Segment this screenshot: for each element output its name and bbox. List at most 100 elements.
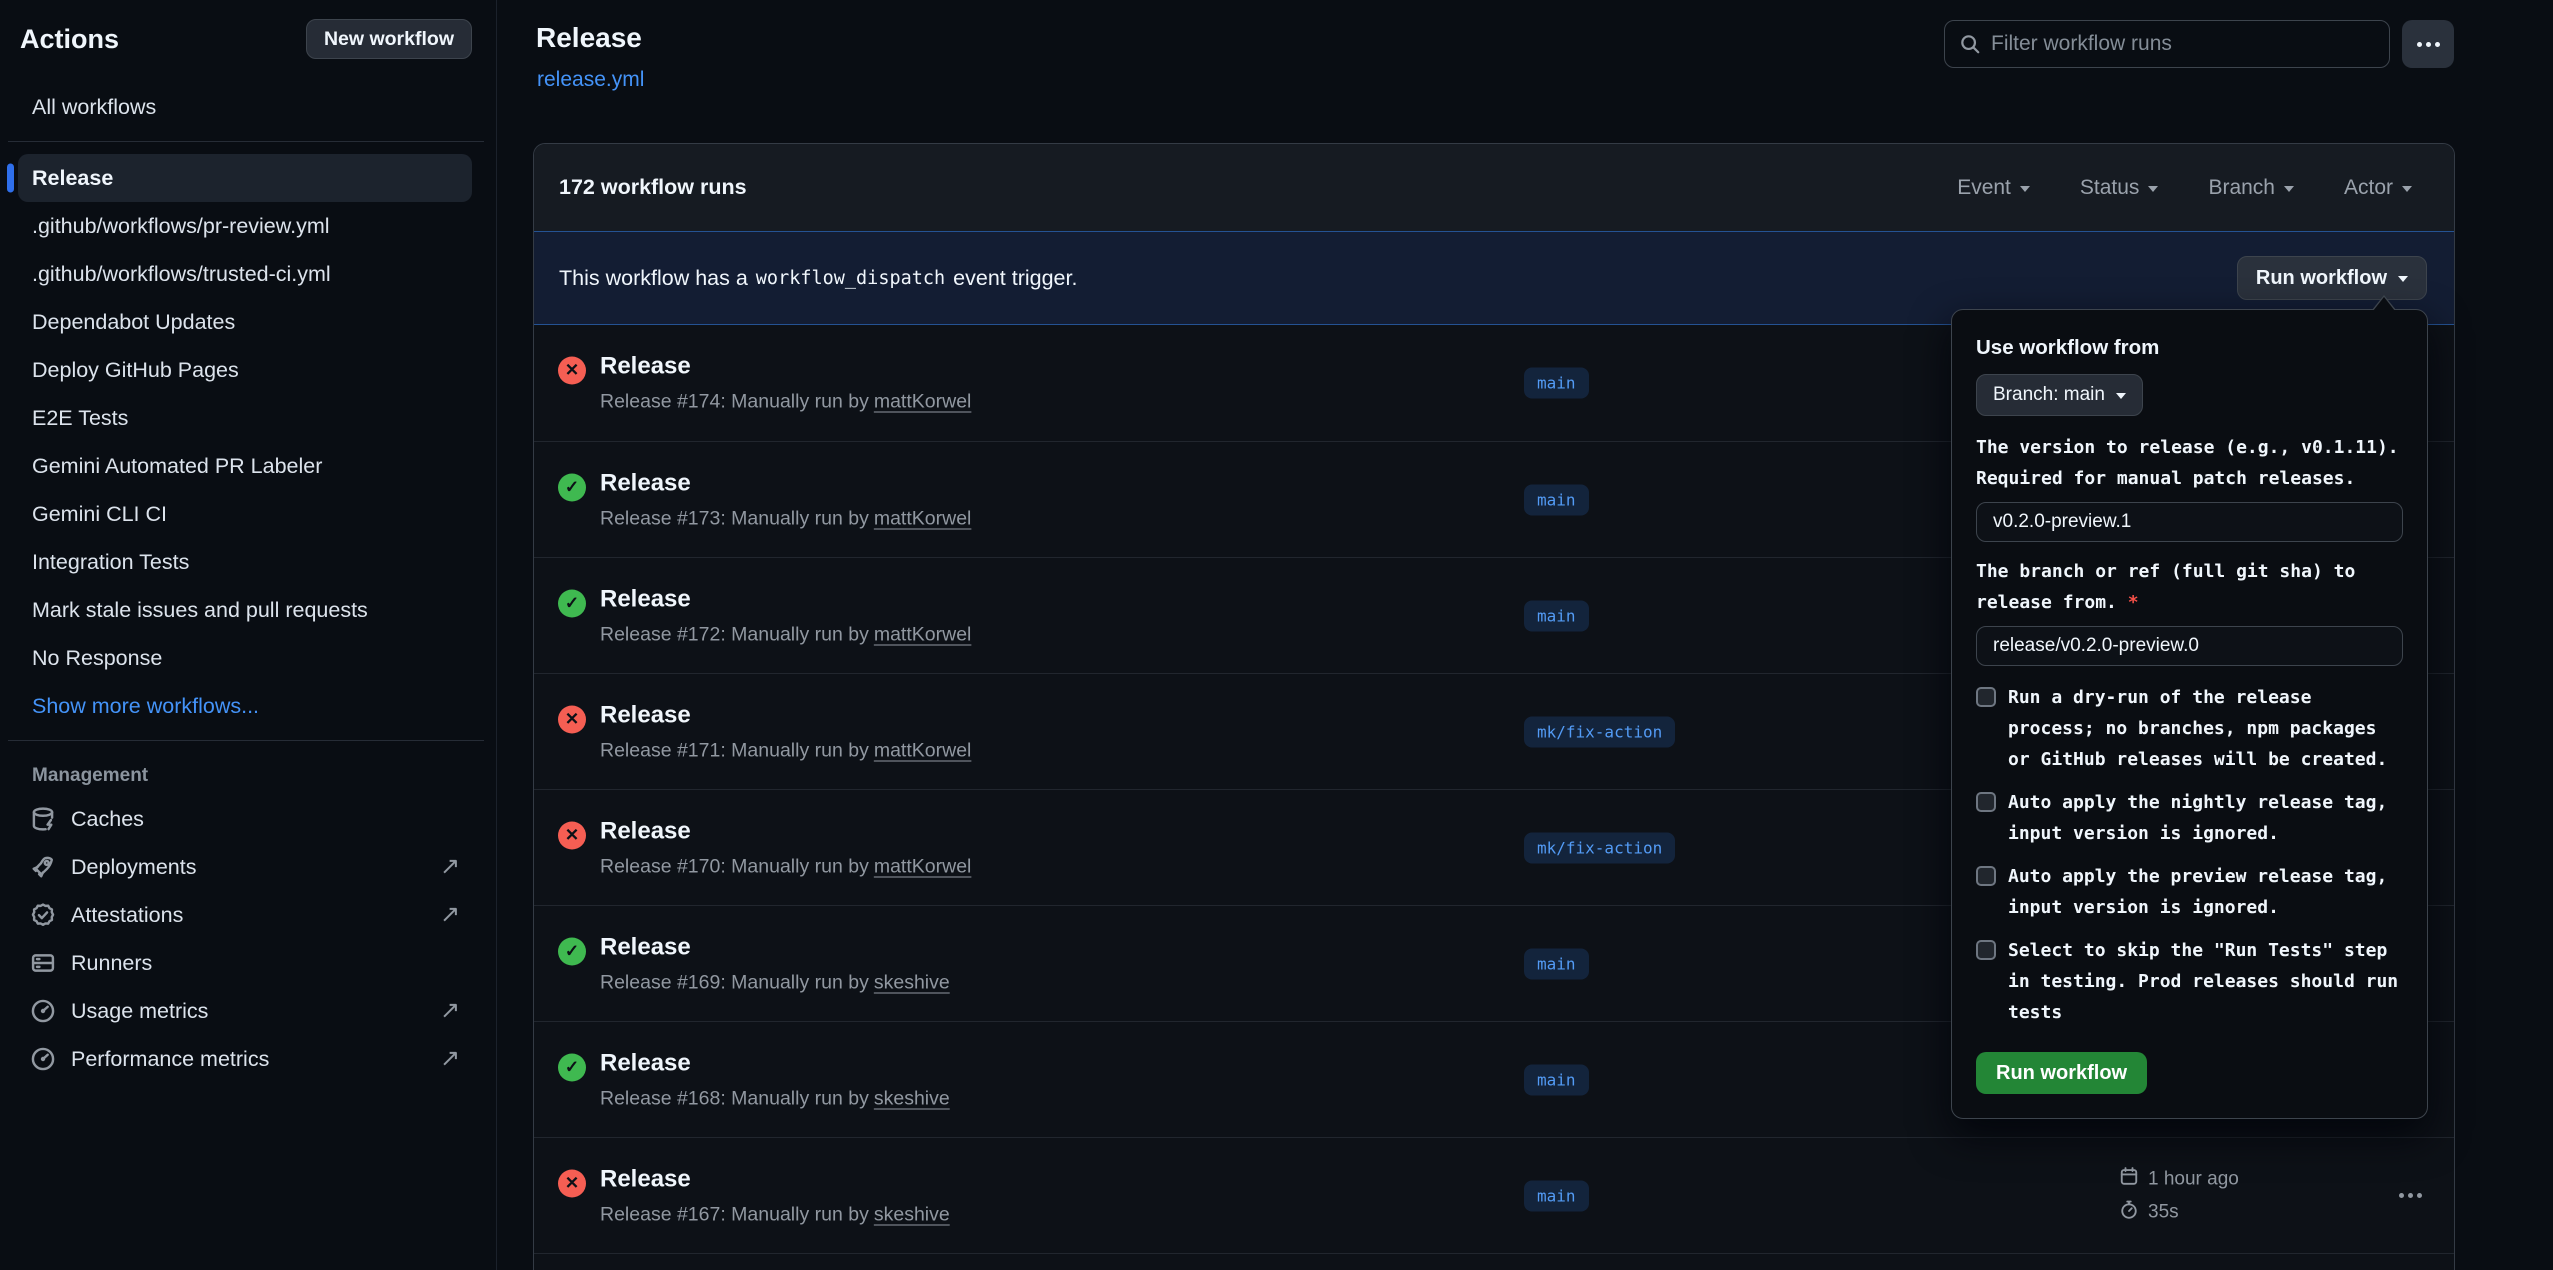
branch-selector-label: Branch: main — [1993, 384, 2105, 406]
version-input-label: The version to release (e.g., v0.1.11). … — [1976, 432, 2403, 494]
run-summary: Release Release #172: Manually run bymat… — [558, 585, 971, 646]
sidebar-item-gemini-automated-pr-labeler[interactable]: Gemini Automated PR Labeler — [0, 442, 496, 490]
sidebar-item-all-workflows[interactable]: All workflows — [0, 83, 496, 131]
filter-runs-input[interactable] — [1991, 32, 2389, 56]
actions-sidebar: Actions New workflow All workflows Relea… — [0, 0, 497, 1270]
sidebar-item-gemini-cli-ci[interactable]: Gemini CLI CI — [0, 490, 496, 538]
sidebar-item-deploy-github-pages[interactable]: Deploy GitHub Pages — [0, 346, 496, 394]
branch-selector-button[interactable]: Branch: main — [1976, 374, 2143, 416]
run-title-link[interactable]: Release — [600, 933, 950, 961]
run-summary: Release Release #168: Manually run byske… — [558, 1049, 950, 1110]
branch-badge[interactable]: mk/fix-action — [1524, 716, 1675, 747]
sidebar-item-integration-tests[interactable]: Integration Tests — [0, 538, 496, 586]
sidebar-item-caches[interactable]: Caches — [0, 795, 496, 843]
calendar-icon — [2119, 1166, 2139, 1192]
chevron-down-icon — [2402, 186, 2412, 197]
sidebar-item-label: Usage metrics — [71, 999, 208, 1024]
sidebar-item-attestations[interactable]: Attestations↗ — [0, 891, 496, 939]
filter-event[interactable]: Event — [1957, 176, 2030, 200]
run-summary: Release Release #170: Manually run bymat… — [558, 817, 971, 878]
search-icon — [1959, 33, 1981, 55]
run-title-link[interactable]: Release — [600, 1165, 950, 1193]
checkbox-label[interactable]: Run a dry-run of the release process; no… — [2008, 682, 2387, 775]
run-options-kebab-button[interactable] — [2390, 1181, 2430, 1211]
run-duration: 35s — [2119, 1199, 2239, 1225]
branch-badge[interactable]: main — [1524, 368, 1589, 399]
chevron-down-icon — [2398, 276, 2408, 287]
actor-link[interactable]: mattKorwel — [874, 507, 972, 529]
run-title-link[interactable]: Release — [600, 701, 971, 729]
run-workflow-dropdown-button[interactable]: Run workflow — [2237, 256, 2427, 300]
checkbox[interactable] — [1976, 940, 1996, 960]
run-title-link[interactable]: Release — [600, 353, 971, 381]
sidebar-title: Actions — [20, 24, 119, 55]
filter-label: Event — [1957, 176, 2011, 200]
checkbox[interactable] — [1976, 687, 1996, 707]
actions-page: Actions New workflow All workflows Relea… — [0, 0, 2553, 1270]
management-list: CachesDeployments↗Attestations↗ Runners Us… — [0, 795, 496, 1083]
runs-filters: Event Status Branch Actor — [1957, 176, 2412, 200]
branch-badge[interactable]: main — [1524, 948, 1589, 979]
branch-badge[interactable]: main — [1524, 600, 1589, 631]
run-summary: Release Release #174: Manually run bymat… — [558, 353, 971, 414]
branch-badge[interactable]: main — [1524, 1064, 1589, 1095]
sidebar-item-github-workflows-trusted-ci-yml[interactable]: .github/workflows/trusted-ci.yml — [0, 250, 496, 298]
filter-branch[interactable]: Branch — [2208, 176, 2294, 200]
run-title-link[interactable]: Release — [600, 817, 971, 845]
sidebar-item-mark-stale-issues-and-pull-requests[interactable]: Mark stale issues and pull requests — [0, 586, 496, 634]
show-more-workflows-link[interactable]: Show more workflows... — [0, 682, 496, 730]
run-title-link[interactable]: Release — [600, 469, 971, 497]
partial-run-row — [534, 1253, 2454, 1270]
actor-link[interactable]: mattKorwel — [874, 739, 972, 761]
run-title-link[interactable]: Release — [600, 585, 971, 613]
actor-link[interactable]: mattKorwel — [874, 391, 972, 413]
sidebar-item-runners[interactable]: Runners — [0, 939, 496, 987]
branch-badge[interactable]: main — [1524, 484, 1589, 515]
sidebar-item-label: Runners — [71, 951, 152, 976]
workflow-file-link[interactable]: release.yml — [537, 68, 644, 92]
sidebar-item-usage-metrics[interactable]: Usage metrics↗ — [0, 987, 496, 1035]
checkbox[interactable] — [1976, 866, 1996, 886]
failure-icon — [558, 357, 586, 385]
checkbox-label[interactable]: Auto apply the nightly release tag, inpu… — [2008, 787, 2387, 849]
server-icon — [30, 950, 56, 976]
run-summary: Release Release #167: Manually run byske… — [558, 1165, 950, 1226]
banner-code: workflow_dispatch — [756, 268, 945, 289]
branch-badge[interactable]: mk/fix-action — [1524, 832, 1675, 863]
workflow-run-row[interactable]: Release Release #167: Manually run byske… — [534, 1137, 2454, 1253]
actor-link[interactable]: skeshive — [874, 971, 950, 993]
runs-count: 172 workflow runs — [559, 175, 747, 200]
chevron-down-icon — [2148, 186, 2158, 197]
actor-link[interactable]: skeshive — [874, 1087, 950, 1109]
run-summary: Release Release #169: Manually run byske… — [558, 933, 950, 994]
sidebar-item-github-workflows-pr-review-yml[interactable]: .github/workflows/pr-review.yml — [0, 202, 496, 250]
sidebar-item-no-response[interactable]: No Response — [0, 634, 496, 682]
sidebar-item-performance-metrics[interactable]: Performance metrics↗ — [0, 1035, 496, 1083]
filter-status[interactable]: Status — [2080, 176, 2159, 200]
version-input[interactable] — [1976, 502, 2403, 542]
branch-badge[interactable]: main — [1524, 1180, 1589, 1211]
checkbox-label[interactable]: Auto apply the preview release tag, inpu… — [2008, 861, 2387, 923]
sidebar-divider — [8, 141, 484, 142]
dispatch-option: Auto apply the preview release tag, inpu… — [1976, 861, 2403, 923]
filter-actor[interactable]: Actor — [2344, 176, 2412, 200]
sidebar-item-deployments[interactable]: Deployments↗ — [0, 843, 496, 891]
checkbox[interactable] — [1976, 792, 1996, 812]
meter-icon — [30, 1046, 56, 1072]
workflow-options-kebab-button[interactable] — [2402, 20, 2454, 68]
sidebar-item-release[interactable]: Release — [18, 154, 472, 202]
sidebar-item-dependabot-updates[interactable]: Dependabot Updates — [0, 298, 496, 346]
actor-link[interactable]: skeshive — [874, 1203, 950, 1225]
checkbox-label[interactable]: Select to skip the "Run Tests" step in t… — [2008, 935, 2398, 1028]
run-description: Release #167: Manually run byskeshive — [600, 1203, 950, 1226]
actor-link[interactable]: mattKorwel — [874, 623, 972, 645]
sidebar-item-e2e-tests[interactable]: E2E Tests — [0, 394, 496, 442]
success-icon — [558, 937, 586, 965]
actor-link[interactable]: mattKorwel — [874, 855, 972, 877]
run-description: Release #172: Manually run bymattKorwel — [600, 623, 971, 646]
ref-input[interactable] — [1976, 626, 2403, 666]
run-workflow-submit-button[interactable]: Run workflow — [1976, 1052, 2147, 1094]
run-workflow-dropdown: Use workflow from Branch: main The versi… — [1951, 309, 2428, 1119]
new-workflow-button[interactable]: New workflow — [306, 19, 472, 59]
run-title-link[interactable]: Release — [600, 1049, 950, 1077]
